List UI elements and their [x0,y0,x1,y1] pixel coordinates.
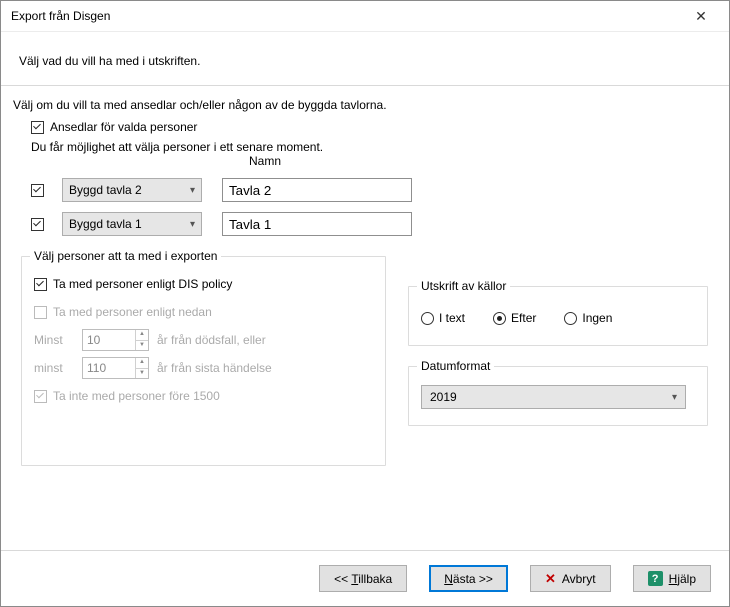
button-bar: << Tillbaka Nästa >> ✕ Avbryt ? Hjälp [1,550,729,606]
date-format-group: Datumformat 2019 ▾ [408,366,708,426]
minst2-stepper[interactable]: ▲ ▼ [82,357,149,379]
help-button-label: Hjälp [669,572,696,586]
minst1-stepper[interactable]: ▲ ▼ [82,329,149,351]
dis-policy-label: Ta med personer enligt DIS policy [53,277,232,291]
tavla-row2-combo-text: Byggd tavla 1 [69,217,190,231]
enligt-nedan-label: Ta med personer enligt nedan [53,305,212,319]
chevron-down-icon: ▾ [190,219,195,230]
sources-group-legend: Utskrift av källor [417,279,510,293]
spin-down-icon[interactable]: ▼ [136,341,148,351]
persons-group-legend: Välj personer att ta med i exporten [30,249,221,263]
ansedlar-label: Ansedlar för valda personer [50,120,197,134]
enligt-nedan-checkbox[interactable] [34,306,47,319]
chevron-down-icon: ▾ [672,392,677,403]
next-button[interactable]: Nästa >> [429,565,508,592]
minst2-suffix: år från sista händelse [157,361,272,375]
wizard-heading: Välj vad du vill ha med i utskriften. [1,32,729,86]
spin-down-icon[interactable]: ▼ [136,369,148,379]
help-button[interactable]: ? Hjälp [633,565,711,592]
dialog-window: Export från Disgen ✕ Välj vad du vill ha… [0,0,730,607]
cancel-x-icon: ✕ [545,571,556,587]
minst2-label: minst [34,361,74,375]
cancel-button[interactable]: ✕ Avbryt [530,565,611,592]
tavla-row2-checkbox[interactable] [31,218,44,231]
before1500-label: Ta inte med personer före 1500 [53,389,220,403]
namn-column-header: Namn [249,154,281,168]
date-format-value: 2019 [430,390,672,404]
tavla-row1-combo[interactable]: Byggd tavla 2 ▾ [62,178,202,202]
sources-radio-itext[interactable]: I text [421,311,465,325]
tavla-row2-name-input[interactable] [222,212,412,236]
spin-up-icon[interactable]: ▲ [136,358,148,369]
date-format-legend: Datumformat [417,359,494,373]
sources-radio-ingen-label: Ingen [582,311,612,325]
back-button-label: << Tillbaka [334,572,392,586]
date-format-combo[interactable]: 2019 ▾ [421,385,686,409]
radio-icon [493,312,506,325]
sources-radio-efter[interactable]: Efter [493,311,536,325]
before1500-checkbox[interactable] [34,390,47,403]
dis-policy-checkbox[interactable] [34,278,47,291]
minst1-label: Minst [34,333,74,347]
tavla-row1-checkbox[interactable] [31,184,44,197]
sources-group: Utskrift av källor I text Efter Ingen [408,286,708,346]
radio-icon [564,312,577,325]
close-icon[interactable]: ✕ [681,8,721,25]
minst1-input[interactable] [83,330,135,350]
chevron-down-icon: ▾ [190,185,195,196]
content-area: Välj om du vill ta med ansedlar och/elle… [1,86,729,550]
sources-radio-ingen[interactable]: Ingen [564,311,612,325]
tavla-row1-combo-text: Byggd tavla 2 [69,183,190,197]
cancel-button-label: Avbryt [562,572,596,586]
sources-radio-itext-label: I text [439,311,465,325]
minst2-input[interactable] [83,358,135,378]
back-button[interactable]: << Tillbaka [319,565,407,592]
tavla-row2-combo[interactable]: Byggd tavla 1 ▾ [62,212,202,236]
minst1-suffix: år från dödsfall, eller [157,333,266,347]
next-button-label: Nästa >> [444,572,493,586]
ansedlar-checkbox[interactable] [31,121,44,134]
tavla-row1-name-input[interactable] [222,178,412,202]
sources-radio-efter-label: Efter [511,311,536,325]
radio-icon [421,312,434,325]
hint-text: Du får möjlighet att välja personer i et… [31,140,717,154]
spin-up-icon[interactable]: ▲ [136,330,148,341]
instruction-text: Välj om du vill ta med ansedlar och/elle… [13,98,717,112]
persons-group: Välj personer att ta med i exporten Ta m… [21,256,386,466]
titlebar: Export från Disgen ✕ [1,1,729,32]
window-title: Export från Disgen [11,9,681,23]
help-question-icon: ? [648,571,663,586]
